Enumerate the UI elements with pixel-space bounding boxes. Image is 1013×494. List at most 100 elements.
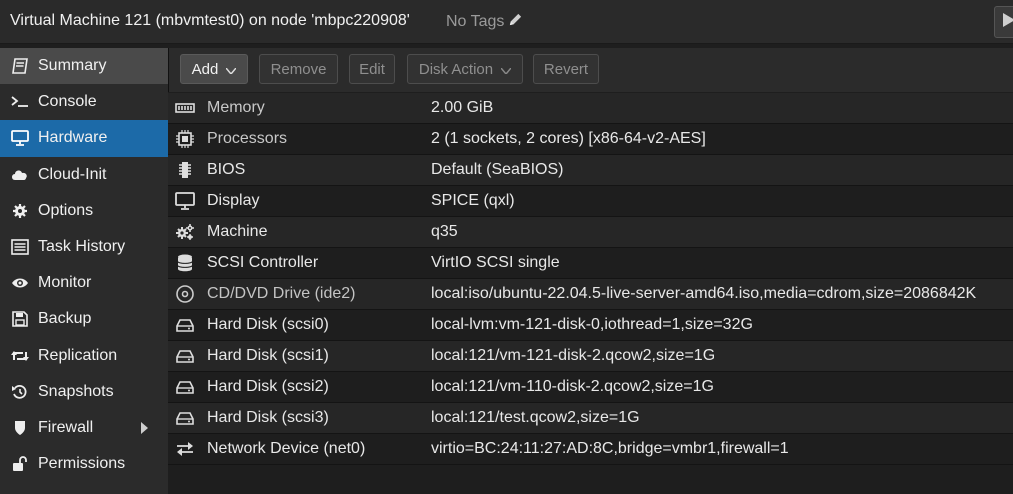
sidebar-item-permissions[interactable]: Permissions [0,446,168,482]
row-value: 2.00 GiB [431,99,494,116]
row-value: local:121/vm-110-disk-2.qcow2,size=1G [431,378,714,395]
add-button[interactable]: Add [180,54,248,84]
sidebar-item-summary[interactable]: Summary [0,48,168,85]
remove-button-label: Remove [270,60,327,78]
sidebar-item-console[interactable]: Console [0,84,168,120]
shield-icon [10,419,30,437]
start-button[interactable] [994,6,1013,38]
exchange-icon [173,438,197,460]
gear-icon [10,202,30,220]
hardware-row-processors[interactable]: Processors 2 (1 sockets, 2 cores) [x86-6… [168,124,1013,155]
tags-area[interactable]: No Tags [446,12,523,32]
hdd-icon [173,314,197,336]
hardware-grid: Memory 2.00 GiB Processors 2 (1 sockets,… [168,93,1013,465]
sidebar-item-replication[interactable]: Replication [0,338,168,374]
row-label: CD/DVD Drive (ide2) [207,285,356,302]
cdrom-icon [173,283,197,305]
sidebar-item-backup[interactable]: Backup [0,301,168,337]
sidebar-item-label: Snapshots [38,382,114,400]
desktop-icon [10,129,30,147]
row-value: local-lvm:vm-121-disk-0,iothread=1,size=… [431,316,753,333]
title-bar: Virtual Machine 121 (mbvmtest0) on node … [0,0,1013,44]
sidebar-item-label: Hardware [38,129,108,147]
chip-icon [173,159,197,181]
disk-action-button[interactable]: Disk Action [407,54,523,84]
hardware-row-hard-disk-scsi0[interactable]: Hard Disk (scsi0) local-lvm:vm-121-disk-… [168,310,1013,341]
vm-title: Virtual Machine 121 (mbvmtest0) on node … [10,12,410,29]
edit-button[interactable]: Edit [349,54,395,84]
chevron-down-icon [225,61,237,78]
row-label: SCSI Controller [207,254,319,271]
hdd-icon [173,407,197,429]
remove-button[interactable]: Remove [259,54,338,84]
hardware-row-cdrom[interactable]: CD/DVD Drive (ide2) local:iso/ubuntu-22.… [168,279,1013,310]
row-value: VirtIO SCSI single [431,254,560,271]
row-value: local:iso/ubuntu-22.04.5-live-server-amd… [431,285,977,302]
hardware-row-display[interactable]: Display SPICE (qxl) [168,186,1013,217]
row-value: virtio=BC:24:11:27:AD:8C,bridge=vmbr1,fi… [431,440,789,457]
sidebar-item-label: Permissions [38,455,126,473]
monitor-icon [173,190,197,212]
sidebar-item-snapshots[interactable]: Snapshots [0,374,168,410]
sidebar-item-options[interactable]: Options [0,193,168,229]
hardware-row-memory[interactable]: Memory 2.00 GiB [168,93,1013,124]
row-label: Hard Disk (scsi0) [207,316,329,333]
unlock-icon [10,455,30,473]
sidebar-item-label: Task History [38,238,126,256]
row-label: Hard Disk (scsi3) [207,409,329,426]
hardware-row-scsi-controller[interactable]: SCSI Controller VirtIO SCSI single [168,248,1013,279]
hardware-row-hard-disk-scsi1[interactable]: Hard Disk (scsi1) local:121/vm-121-disk-… [168,341,1013,372]
cloud-icon [10,166,30,184]
disk-action-label: Disk Action [418,60,494,78]
sidebar-item-label: Console [38,93,97,111]
sidebar-item-label: Summary [38,57,107,75]
terminal-icon [10,93,30,111]
sidebar-item-label: Monitor [38,274,92,292]
pencil-icon[interactable] [508,12,523,32]
sidebar-item-hardware[interactable]: Hardware [0,120,168,157]
hardware-row-hard-disk-scsi2[interactable]: Hard Disk (scsi2) local:121/vm-110-disk-… [168,372,1013,403]
database-icon [173,252,197,274]
eye-icon [10,274,30,292]
hardware-row-network-device[interactable]: Network Device (net0) virtio=BC:24:11:27… [168,434,1013,465]
edit-button-label: Edit [359,60,385,78]
hardware-row-hard-disk-scsi3[interactable]: Hard Disk (scsi3) local:121/test.qcow2,s… [168,403,1013,434]
play-icon [1003,13,1013,31]
hdd-icon [173,376,197,398]
sidebar-item-label: Backup [38,310,92,328]
row-value: local:121/vm-121-disk-2.qcow2,size=1G [431,347,716,364]
hardware-row-bios[interactable]: BIOS Default (SeaBIOS) [168,155,1013,186]
row-label: Hard Disk (scsi2) [207,378,329,395]
sidebar-item-label: Cloud-Init [38,165,107,183]
list-icon [10,238,30,256]
sidebar-item-label: Options [38,201,94,219]
hardware-toolbar: Add Remove Edit Disk Action Revert [168,48,1013,92]
row-label: BIOS [207,161,246,178]
row-value: SPICE (qxl) [431,192,515,209]
retweet-icon [10,347,30,365]
sidebar-item-monitor[interactable]: Monitor [0,265,168,301]
hardware-row-machine[interactable]: Machine q35 [168,217,1013,248]
history-icon [10,383,30,401]
cogs-icon [173,221,197,243]
sidebar-item-task-history[interactable]: Task History [0,229,168,265]
revert-button-label: Revert [543,60,589,78]
row-label: Display [207,192,260,209]
row-label: Network Device (net0) [207,440,366,457]
sidebar-item-cloud-init[interactable]: Cloud-Init [0,157,168,193]
row-value: 2 (1 sockets, 2 cores) [x86-64-v2-AES] [431,130,706,147]
row-label: Hard Disk (scsi1) [207,347,329,364]
row-label: Memory [207,99,265,116]
row-value: q35 [431,223,458,240]
chevron-down-icon [500,61,512,78]
sidebar-item-label: Firewall [38,418,94,436]
add-button-label: Add [191,60,219,78]
row-label: Machine [207,223,268,240]
sidebar-item-firewall[interactable]: Firewall [0,410,168,446]
row-label: Processors [207,130,288,147]
hdd-icon [173,345,197,367]
cpu-icon [173,128,197,150]
book-icon [10,57,30,75]
revert-button[interactable]: Revert [533,54,599,84]
chevron-right-icon[interactable] [140,410,148,446]
